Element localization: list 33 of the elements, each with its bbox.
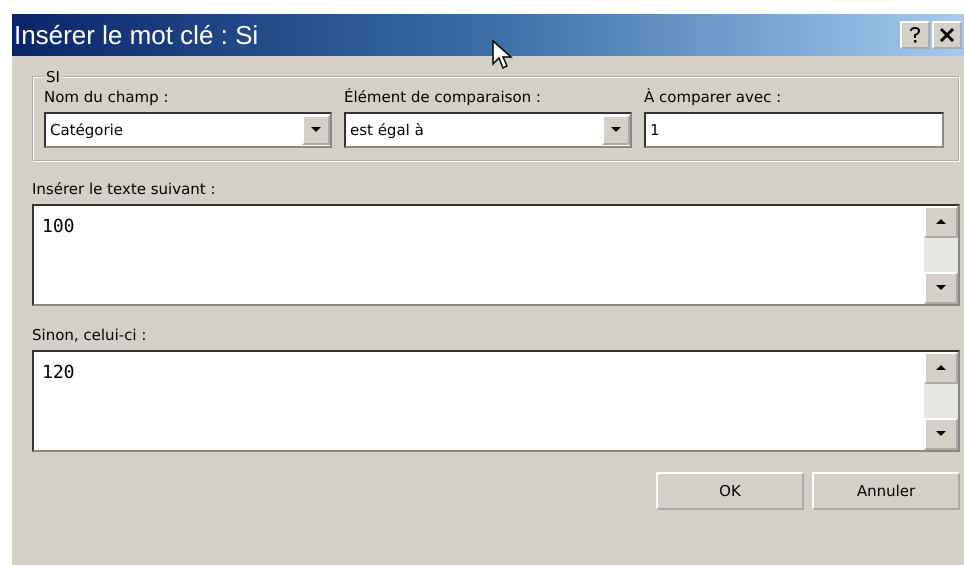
field-label: Insérer le texte suivant : [32,180,217,198]
mouse-pointer-icon [492,40,514,72]
up-arrow-icon [936,365,946,371]
field-label: À comparer avec : [644,88,782,106]
text-area[interactable]: 100 [32,204,960,306]
dropdown-field[interactable]: Catégorie [44,112,332,148]
field-label: Sinon, celui-ci : [32,326,148,344]
cancel-button[interactable]: Annuler [812,472,960,510]
scroll-down-button[interactable] [924,272,958,304]
down-arrow-icon [936,431,946,437]
caret-icon [611,127,621,133]
field-label: Nom du champ : [44,88,170,106]
dropdown-button[interactable] [302,115,330,145]
scroll-up-button[interactable] [924,206,958,238]
dropdown-field[interactable]: est égal à [344,112,632,148]
input-field[interactable]: 1 [644,112,944,148]
group-legend: SI [44,68,62,86]
help-icon [908,26,922,44]
scroll-down-button[interactable] [924,418,958,450]
help-button[interactable] [900,21,930,49]
down-arrow-icon [936,285,946,291]
caret-icon [311,127,321,133]
scrollbar[interactable] [924,352,958,450]
ok-button[interactable]: OK [656,472,804,510]
field-label: Élément de comparaison : [344,88,542,106]
window-title: Insérer le mot clé : Si [14,20,258,50]
close-button[interactable] [932,21,962,49]
scrollbar[interactable] [924,206,958,304]
dropdown-button[interactable] [602,115,630,145]
text-area[interactable]: 120 [32,350,960,452]
up-arrow-icon [936,219,946,225]
scroll-up-button[interactable] [924,352,958,384]
close-icon [939,27,955,43]
